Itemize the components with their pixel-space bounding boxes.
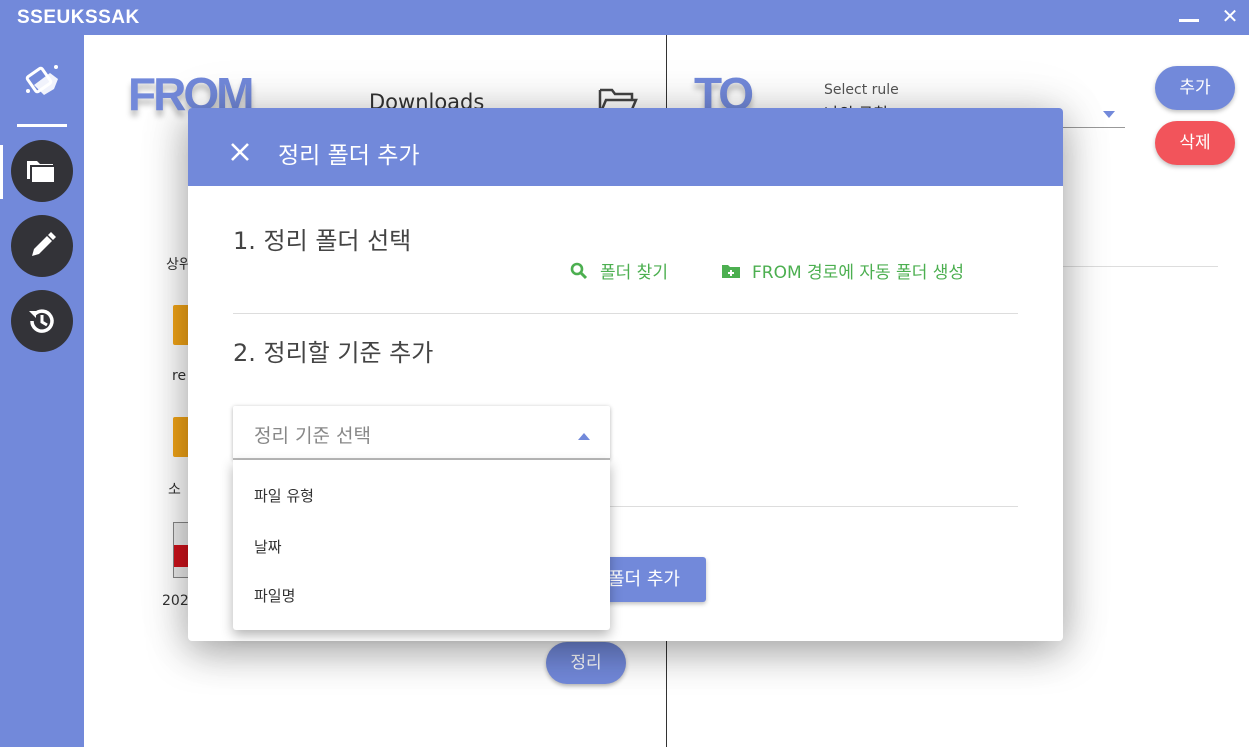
add-rule-button[interactable]: 추가	[1155, 66, 1235, 110]
sidebar-divider	[17, 124, 67, 127]
delete-rule-button[interactable]: 삭제	[1155, 121, 1235, 165]
pencil-icon	[32, 232, 56, 256]
criteria-select-placeholder: 정리 기준 선택	[254, 425, 371, 447]
app-title: SSEUKSSAK	[17, 7, 140, 28]
auto-create-label: FROM 경로에 자동 폴더 생성	[752, 263, 965, 283]
sidebar-item-edit[interactable]	[11, 215, 73, 277]
sidebar	[0, 35, 84, 747]
close-icon[interactable]	[228, 140, 252, 164]
active-indicator	[0, 145, 3, 199]
search-icon	[570, 262, 588, 279]
auto-create-folder-button[interactable]: FROM 경로에 자동 폴더 생성	[721, 258, 964, 283]
organize-button[interactable]: 정리	[546, 642, 626, 684]
dropdown-option-file-type[interactable]: 파일 유형	[254, 485, 314, 506]
section-1-heading: 1. 정리 폴더 선택	[233, 227, 412, 255]
criteria-dropdown-menu: 파일 유형 날짜 파일명	[233, 460, 610, 630]
title-bar: SSEUKSSAK ✕	[0, 0, 1249, 35]
dialog-title: 정리 폴더 추가	[278, 143, 420, 169]
sidebar-item-history[interactable]	[11, 290, 73, 352]
section-2-heading: 2. 정리할 기준 추가	[233, 339, 434, 367]
rule-select-label: Select rule	[824, 82, 899, 98]
folders-icon	[27, 161, 56, 184]
dropdown-option-filename[interactable]: 파일명	[254, 585, 295, 606]
clean-hand-logo-icon	[25, 65, 58, 95]
sidebar-item-folders[interactable]	[11, 140, 73, 202]
section-divider	[608, 506, 1018, 507]
criteria-select[interactable]: 정리 기준 선택	[233, 406, 610, 460]
close-icon[interactable]: ✕	[1221, 6, 1239, 26]
folder-plus-icon	[722, 264, 740, 278]
find-folder-label: 폴더 찾기	[600, 263, 668, 283]
caret-down-icon[interactable]	[1103, 111, 1115, 118]
section-divider	[233, 313, 1018, 314]
dropdown-option-date[interactable]: 날짜	[254, 536, 282, 557]
history-icon	[29, 309, 54, 333]
find-folder-button[interactable]: 폴더 찾기	[570, 258, 668, 283]
minimize-icon[interactable]	[1179, 9, 1199, 27]
dialog-header: 정리 폴더 추가	[188, 108, 1063, 186]
caret-up-icon[interactable]	[578, 433, 590, 440]
